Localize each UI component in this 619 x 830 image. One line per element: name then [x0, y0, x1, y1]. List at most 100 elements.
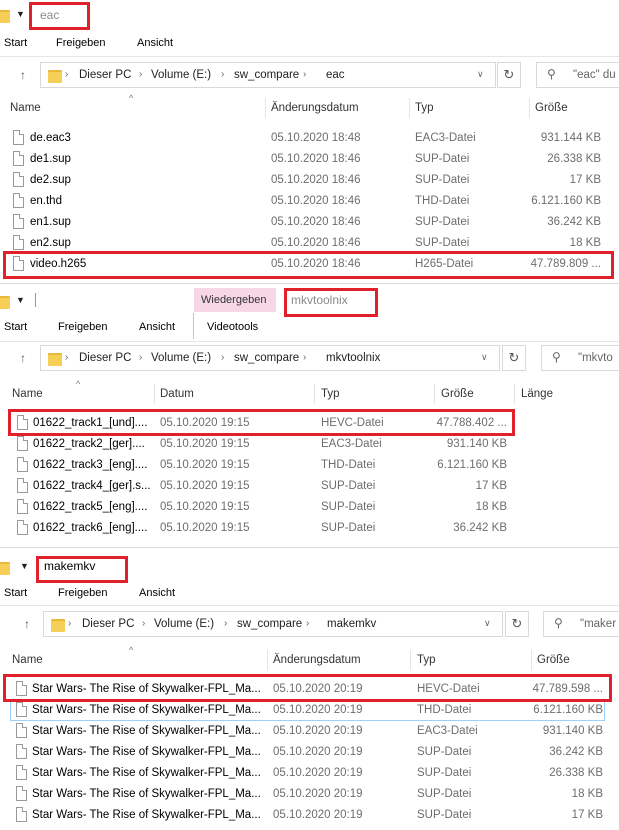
table-row[interactable]: de.eac3 05.10.2020 18:48 EAC3-Datei 931.144…	[0, 128, 619, 149]
file-size: 17 KB	[475, 480, 507, 492]
file-name: Star Wars- The Rise of Skywalker-FPL_Ma.…	[32, 809, 261, 821]
table-row[interactable]: 01622_track3_[eng].... 05.10.2020 19:15 TH…	[0, 455, 619, 476]
highlight-box	[3, 674, 612, 702]
file-type: SUP-Datei	[415, 174, 470, 186]
file-name: Star Wars- The Rise of Skywalker-FPL_Ma.…	[32, 788, 261, 800]
highlight-box	[8, 409, 515, 436]
file-date: 05.10.2020 18:46	[271, 174, 361, 186]
file-type: SUP-Datei	[417, 788, 472, 800]
file-name: en2.sup	[30, 237, 71, 249]
file-name: de1.sup	[30, 153, 71, 165]
file-icon	[16, 723, 27, 738]
file-size: 6.121.160 KB	[437, 459, 507, 471]
file-type: EAC3-Datei	[415, 132, 476, 144]
file-list: de.eac3 05.10.2020 18:48 EAC3-Datei 931.144…	[0, 0, 619, 283]
file-type: THD-Datei	[417, 704, 472, 716]
file-icon	[16, 702, 27, 717]
file-name: Star Wars- The Rise of Skywalker-FPL_Ma.…	[32, 767, 261, 779]
file-date: 05.10.2020 20:19	[273, 788, 363, 800]
file-icon	[17, 457, 28, 472]
file-size: 931.140 KB	[446, 438, 507, 450]
file-icon	[13, 130, 24, 145]
file-icon	[16, 765, 27, 780]
table-row[interactable]: Star Wars- The Rise of Skywalker-FPL_Ma.…	[0, 721, 619, 742]
explorer-window-makemkv: ▼ makemkv Start Freigeben Ansicht ↑ › Di…	[0, 547, 619, 830]
file-size: 26.338 KB	[549, 767, 603, 779]
file-date: 05.10.2020 18:46	[271, 237, 361, 249]
file-type: EAC3-Datei	[417, 725, 478, 737]
table-row[interactable]: 01622_track4_[ger].s... 05.10.2020 19:15 S…	[0, 476, 619, 497]
table-row[interactable]: de2.sup 05.10.2020 18:46 SUP-Datei 17 KB	[0, 170, 619, 191]
file-date: 05.10.2020 20:19	[273, 704, 363, 716]
explorer-window-eac: ▼ eac Start Freigeben Ansicht ↑ › Dieser…	[0, 0, 619, 283]
file-date: 05.10.2020 18:48	[271, 132, 361, 144]
file-size: 17 KB	[571, 809, 603, 821]
file-size: 26.338 KB	[547, 153, 601, 165]
file-icon	[16, 744, 27, 759]
file-size: 931.140 KB	[542, 725, 603, 737]
file-type: SUP-Datei	[417, 746, 472, 758]
file-size: 6.121.160 KB	[533, 704, 603, 716]
file-type: SUP-Datei	[321, 522, 376, 534]
file-date: 05.10.2020 19:15	[160, 501, 250, 513]
file-name: Star Wars- The Rise of Skywalker-FPL_Ma.…	[32, 725, 261, 737]
table-row[interactable]: Star Wars- The Rise of Skywalker-FPL_Ma.…	[0, 700, 619, 721]
file-date: 05.10.2020 20:19	[273, 767, 363, 779]
file-icon	[17, 520, 28, 535]
file-name: Star Wars- The Rise of Skywalker-FPL_Ma.…	[32, 704, 261, 716]
table-row[interactable]: 01622_track6_[eng].... 05.10.2020 19:15 SU…	[0, 518, 619, 539]
file-size: 18 KB	[569, 237, 601, 249]
file-type: SUP-Datei	[415, 216, 470, 228]
file-icon	[17, 478, 28, 493]
file-name: 01622_track2_[ger]....	[33, 438, 145, 450]
file-date: 05.10.2020 20:19	[273, 725, 363, 737]
file-icon	[13, 214, 24, 229]
file-type: SUP-Datei	[417, 809, 472, 821]
file-type: THD-Datei	[321, 459, 376, 471]
table-row[interactable]: 01622_track2_[ger].... 05.10.2020 19:15 EA…	[0, 434, 619, 455]
table-row[interactable]: en1.sup 05.10.2020 18:46 SUP-Datei 36.242 K…	[0, 212, 619, 233]
table-row[interactable]: Star Wars- The Rise of Skywalker-FPL_Ma.…	[0, 784, 619, 805]
table-row[interactable]: Star Wars- The Rise of Skywalker-FPL_Ma.…	[0, 763, 619, 784]
file-icon	[13, 235, 24, 250]
file-type: SUP-Datei	[415, 153, 470, 165]
file-size: 36.242 KB	[453, 522, 507, 534]
file-date: 05.10.2020 20:19	[273, 746, 363, 758]
file-icon	[13, 151, 24, 166]
file-type: EAC3-Datei	[321, 438, 382, 450]
explorer-window-mkvtoolnix: ▼ Wiedergeben mkvtoolnix Start Freigeben…	[0, 283, 619, 547]
file-size: 17 KB	[569, 174, 601, 186]
table-row[interactable]: de1.sup 05.10.2020 18:46 SUP-Datei 26.338 K…	[0, 149, 619, 170]
file-icon	[16, 786, 27, 801]
highlight-box	[3, 251, 614, 279]
file-size: 6.121.160 KB	[531, 195, 601, 207]
file-type: SUP-Datei	[415, 237, 470, 249]
file-size: 18 KB	[571, 788, 603, 800]
file-type: SUP-Datei	[417, 767, 472, 779]
file-icon	[13, 193, 24, 208]
file-name: de2.sup	[30, 174, 71, 186]
file-icon	[17, 436, 28, 451]
table-row[interactable]: Star Wars- The Rise of Skywalker-FPL_Ma.…	[0, 805, 619, 826]
file-name: 01622_track5_[eng]....	[33, 501, 148, 513]
file-date: 05.10.2020 18:46	[271, 153, 361, 165]
table-row[interactable]: Star Wars- The Rise of Skywalker-FPL_Ma.…	[0, 742, 619, 763]
file-date: 05.10.2020 20:19	[273, 809, 363, 821]
file-icon	[13, 172, 24, 187]
file-size: 931.144 KB	[540, 132, 601, 144]
file-date: 05.10.2020 18:46	[271, 195, 361, 207]
table-row[interactable]: 01622_track5_[eng].... 05.10.2020 19:15 SU…	[0, 497, 619, 518]
file-size: 36.242 KB	[547, 216, 601, 228]
table-row[interactable]: en.thd 05.10.2020 18:46 THD-Datei 6.121.160…	[0, 191, 619, 212]
file-name: de.eac3	[30, 132, 71, 144]
file-type: SUP-Datei	[321, 480, 376, 492]
file-date: 05.10.2020 19:15	[160, 480, 250, 492]
file-date: 05.10.2020 19:15	[160, 459, 250, 471]
file-type: THD-Datei	[415, 195, 470, 207]
file-name: 01622_track4_[ger].s...	[33, 480, 151, 492]
file-type: SUP-Datei	[321, 501, 376, 513]
file-icon	[17, 499, 28, 514]
file-size: 18 KB	[475, 501, 507, 513]
file-date: 05.10.2020 19:15	[160, 438, 250, 450]
file-name: Star Wars- The Rise of Skywalker-FPL_Ma.…	[32, 746, 261, 758]
